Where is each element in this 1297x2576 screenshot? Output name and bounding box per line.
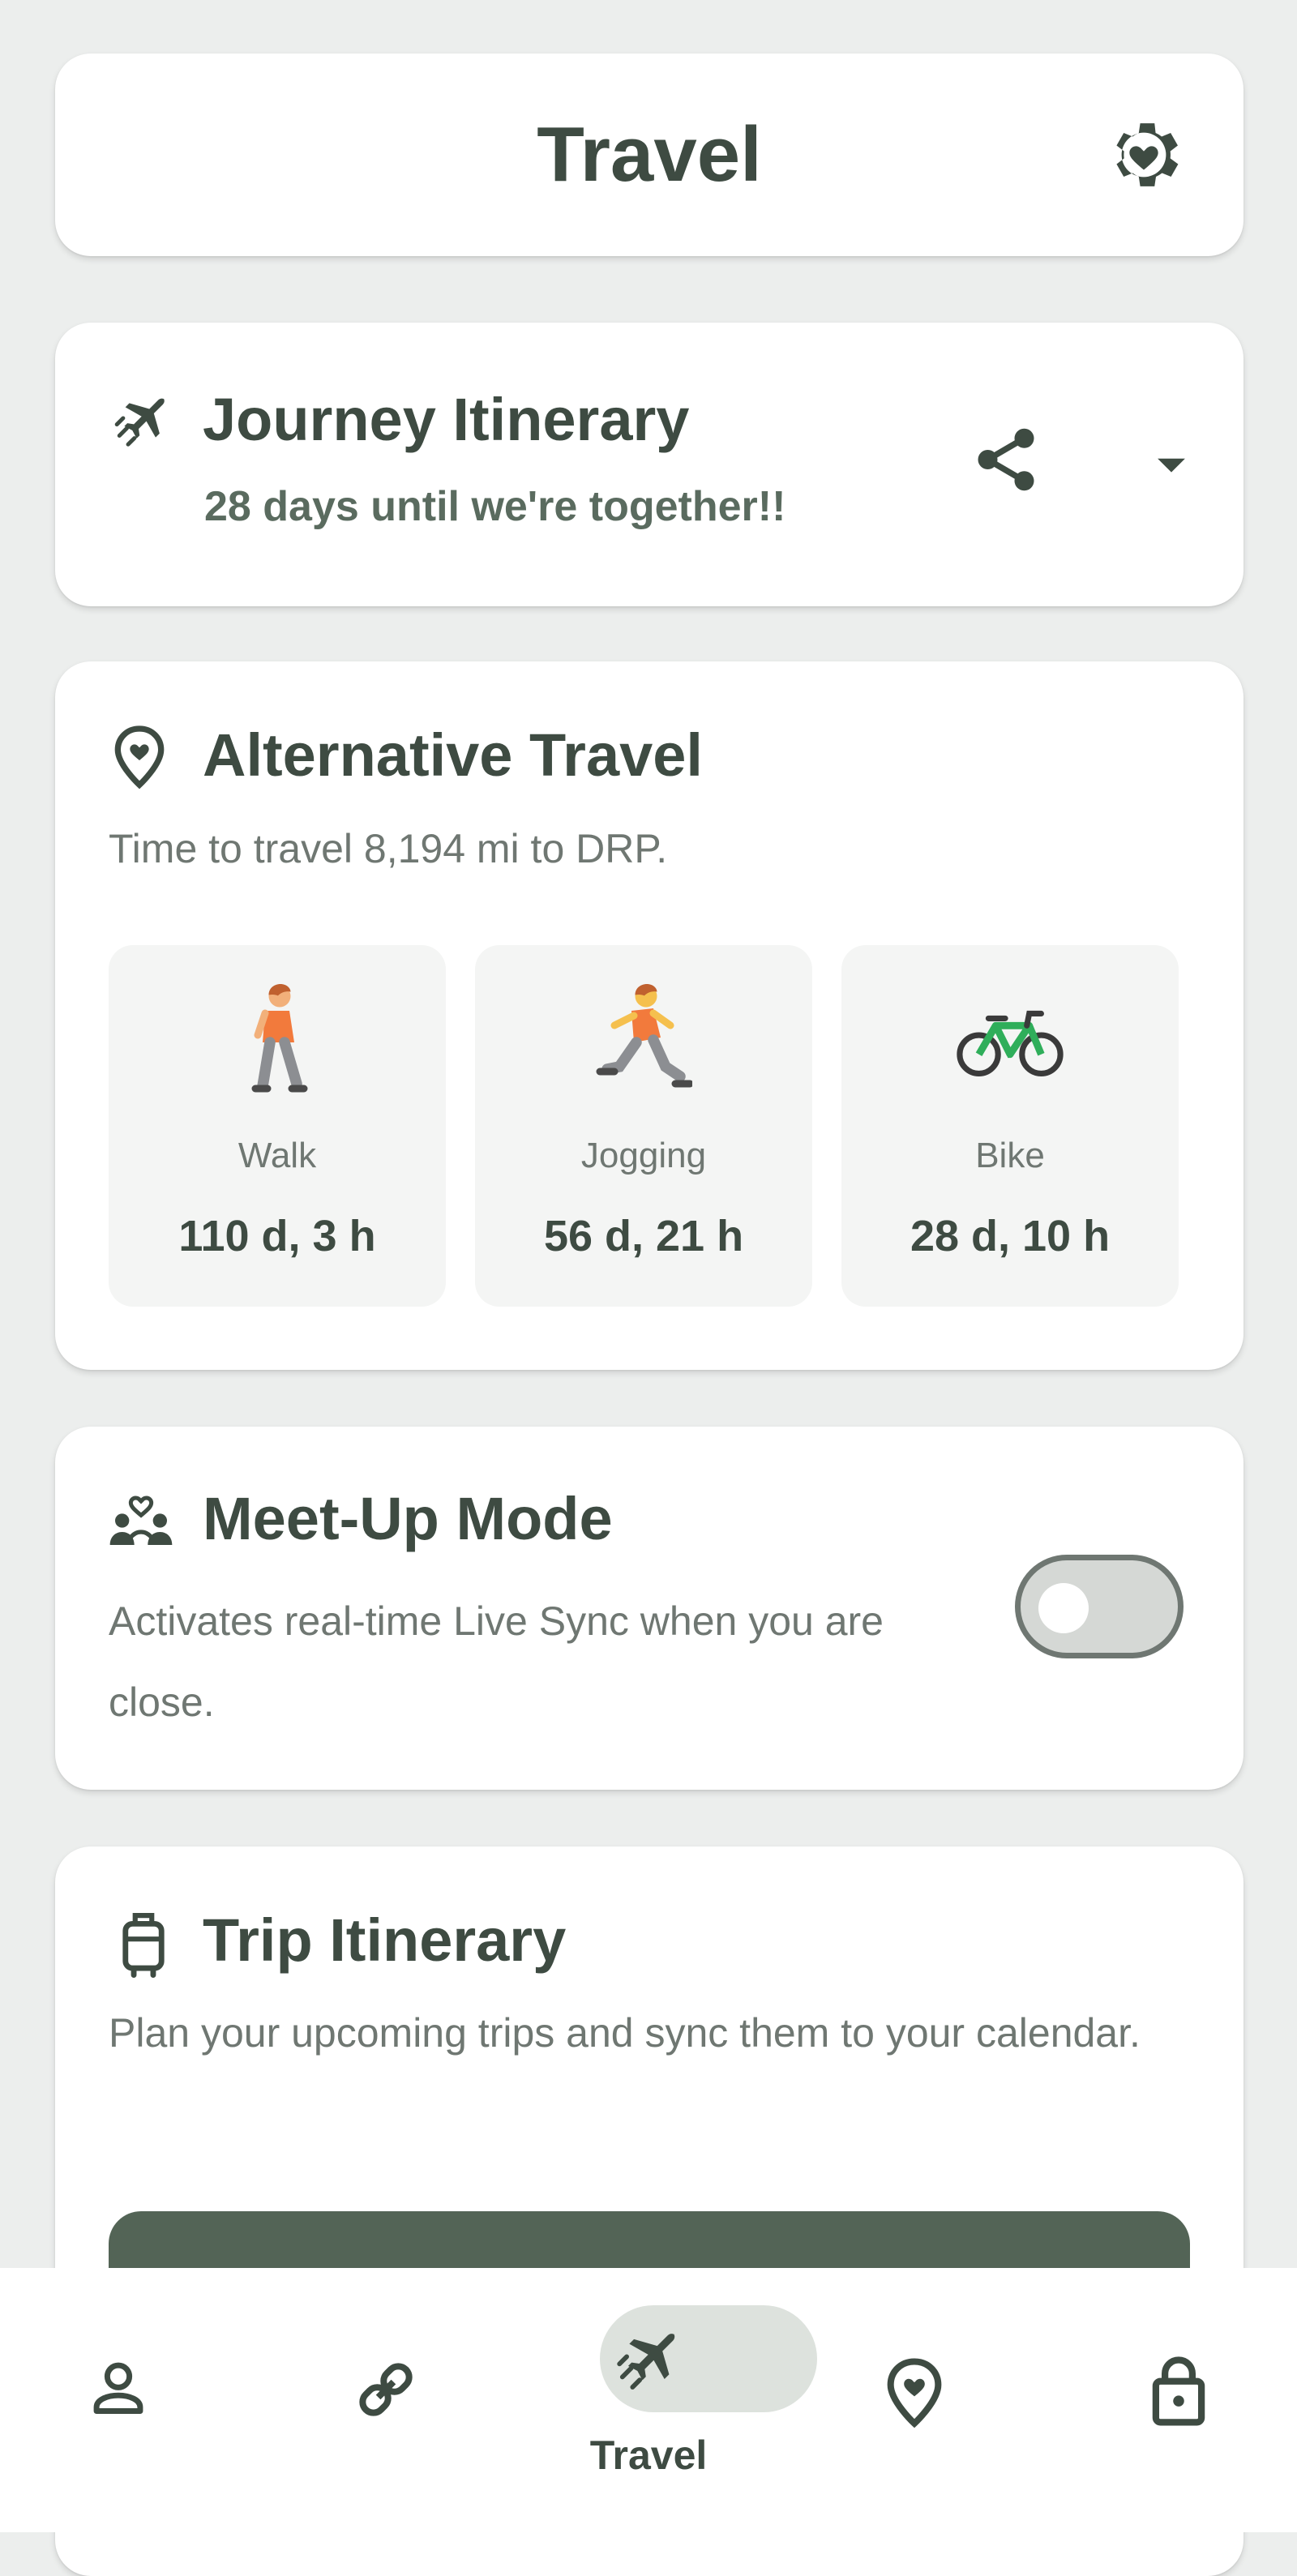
journey-title: Journey Itinerary — [203, 386, 690, 453]
mode-label: Jogging — [580, 1136, 707, 1175]
nav-item-travel[interactable]: Travel — [519, 2268, 817, 2532]
trip-description: Plan your upcoming trips and sync them t… — [109, 2010, 1141, 2056]
share-icon[interactable] — [970, 423, 1042, 496]
mode-label: Bike — [975, 1136, 1045, 1175]
trip-title: Trip Itinerary — [203, 1906, 567, 1974]
nav-item-profile[interactable] — [0, 2268, 259, 2532]
bicycle-icon — [841, 979, 1179, 1101]
nav-item-location[interactable] — [778, 2268, 1038, 2532]
running-person-icon — [475, 979, 812, 1101]
meetup-title: Meet-Up Mode — [203, 1485, 613, 1552]
meetup-toggle[interactable] — [1015, 1555, 1184, 1658]
mode-jogging: Jogging 56 d, 21 h — [475, 945, 812, 1307]
toggle-knob — [1038, 1583, 1089, 1633]
link-icon — [353, 2357, 418, 2426]
nav-label-travel: Travel — [589, 2433, 708, 2478]
location-heart-icon — [884, 2357, 944, 2433]
bottom-navigation: Travel — [0, 2268, 1297, 2532]
alternative-travel-card: Alternative Travel Time to travel 8,194 … — [55, 661, 1243, 1370]
luggage-icon — [120, 1911, 167, 1978]
mode-bike: Bike 28 d, 10 h — [841, 945, 1179, 1307]
journey-itinerary-card[interactable]: Journey Itinerary 28 days until we're to… — [55, 323, 1243, 606]
flight-icon — [614, 2325, 683, 2398]
meetup-description: Activates real-time Live Sync when you a… — [109, 1598, 884, 1725]
mode-walk: Walk 110 d, 3 h — [109, 945, 446, 1307]
walking-person-icon — [109, 979, 446, 1101]
nav-item-lock[interactable] — [1038, 2268, 1297, 2532]
mode-duration: 110 d, 3 h — [178, 1212, 376, 1260]
mode-duration: 28 d, 10 h — [910, 1212, 1111, 1260]
alternative-travel-subtitle: Time to travel 8,194 mi to DRP. — [109, 826, 668, 871]
lock-icon — [1150, 2354, 1207, 2431]
page-title: Travel — [537, 111, 762, 198]
mode-label: Walk — [238, 1136, 317, 1175]
nav-item-link[interactable] — [259, 2268, 519, 2532]
mode-duration: 56 d, 21 h — [543, 1212, 744, 1260]
header-card: Travel — [55, 53, 1243, 256]
location-heart-icon — [112, 725, 167, 789]
journey-countdown: 28 days until we're together!! — [204, 483, 786, 530]
flight-icon — [112, 391, 172, 451]
gear-heart-icon[interactable] — [1101, 112, 1187, 198]
caret-down-icon[interactable] — [1148, 441, 1195, 488]
meetup-mode-card: Meet-Up Mode Activates real-time Live Sy… — [55, 1427, 1243, 1790]
person-icon — [88, 2357, 149, 2423]
group-heart-icon — [109, 1490, 173, 1551]
alternative-travel-title: Alternative Travel — [203, 721, 703, 789]
